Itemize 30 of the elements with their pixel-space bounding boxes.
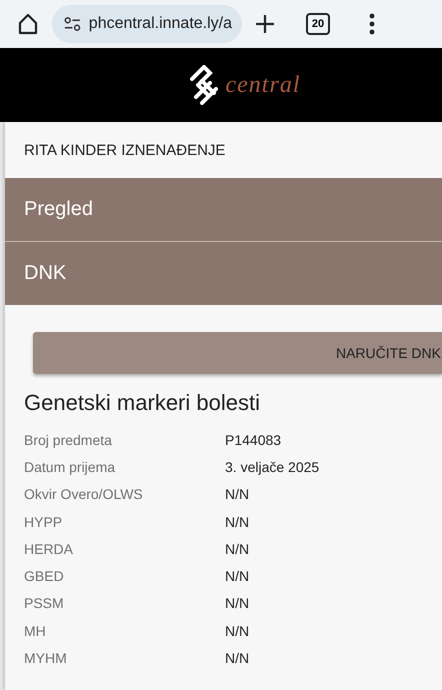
site-settings-icon[interactable] bbox=[64, 16, 81, 32]
field-label: Broj predmeta bbox=[24, 432, 113, 448]
tab-count-button[interactable]: 20 bbox=[306, 13, 330, 35]
field-label: HERDA bbox=[24, 540, 74, 557]
field-label: PSSM bbox=[24, 595, 65, 612]
section-bar[interactable]: DNK bbox=[5, 241, 442, 305]
home-icon[interactable] bbox=[16, 12, 40, 36]
field-value: N/N bbox=[225, 540, 250, 557]
menu-icon[interactable] bbox=[368, 13, 376, 35]
field-value: N/N bbox=[225, 650, 250, 666]
field-value: N/N bbox=[225, 486, 250, 502]
field-value: N/N bbox=[225, 595, 250, 612]
record-title: RITA KINDER IZNENAĐENJE bbox=[23, 140, 226, 160]
section-heading: Genetski markeri bolesti bbox=[23, 389, 261, 417]
field-label: GBED bbox=[24, 568, 65, 584]
logo-text: central bbox=[226, 72, 300, 98]
address-bar[interactable]: phcentral.innate.ly/a bbox=[52, 5, 242, 43]
plus-icon[interactable] bbox=[254, 13, 276, 35]
field-label: MH bbox=[24, 622, 47, 639]
field-label: Okvir Overo/OLWS bbox=[24, 486, 144, 502]
field-value: P144083 bbox=[225, 432, 282, 448]
order-dna-button[interactable]: NARUČITE DNK bbox=[33, 332, 442, 374]
field-label: HYPP bbox=[24, 514, 64, 530]
field-value: N/N bbox=[225, 514, 250, 530]
field-value: N/N bbox=[225, 568, 250, 584]
field-value: N/N bbox=[225, 622, 250, 639]
section-bar[interactable]: Pregled bbox=[5, 178, 442, 241]
field-label: MYHM bbox=[24, 650, 68, 666]
field-label: Datum prijema bbox=[24, 458, 116, 475]
field-value: 3. veljače 2025 bbox=[225, 458, 320, 475]
